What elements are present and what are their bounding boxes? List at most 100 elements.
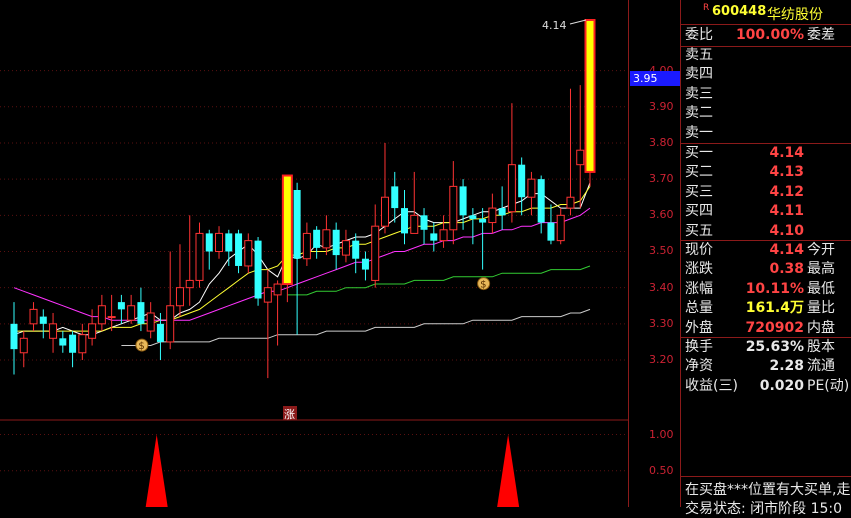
fundamental-2-value: 0.020 — [759, 377, 804, 394]
price-tick: 3.20 — [649, 353, 674, 366]
candle-body-up — [146, 312, 155, 332]
candle-body-up — [215, 232, 224, 252]
candle-body-up — [19, 337, 28, 354]
candle-body-up — [380, 196, 389, 227]
candle-body-up — [127, 305, 136, 321]
candle-body-down — [537, 179, 545, 223]
candle-body-up — [88, 323, 97, 339]
quote-1-label2: 最高 — [807, 261, 835, 278]
candle-body-down — [391, 186, 399, 209]
candle-body-down — [352, 240, 360, 259]
sell-level-2-label: 卖二 — [685, 105, 713, 122]
kline-chart-area[interactable]: 4.14 $ $ 涨 — [0, 0, 628, 507]
sell-level-5-label: 卖五 — [685, 47, 713, 63]
sell-level-5-row: 卖五 — [681, 46, 851, 65]
stock-header[interactable]: R 600448 华纺股份 — [681, 0, 851, 24]
sell-level-2-row: 卖二 — [681, 104, 851, 123]
sell-level-4-row: 卖四 — [681, 65, 851, 84]
fundamental-2-label: 收益(三) — [685, 377, 738, 394]
limit-up-candle — [584, 19, 596, 173]
candle-body-down — [156, 323, 164, 342]
quote-4-value: 720902 — [745, 319, 804, 336]
candle-body-down — [401, 208, 409, 234]
buy-level-3-label: 买三 — [685, 183, 713, 200]
buy-level-1-value: 4.14 — [769, 145, 804, 161]
candle-body-up — [107, 316, 116, 319]
buy-level-2-row: 买二 4.13 — [681, 163, 851, 182]
indicator-tick: 1.00 — [649, 427, 674, 441]
buy-level-3-value: 4.12 — [769, 183, 804, 200]
candle-body-down — [518, 164, 526, 198]
quote-4-label: 外盘 — [685, 319, 713, 336]
stock-name: 华纺股份 — [767, 7, 823, 23]
candle-body-down — [293, 190, 301, 259]
ticker-line-2: 交易状态: 闭市阶段 15:0 — [685, 501, 843, 517]
buy-level-4-row: 买四 4.11 — [681, 202, 851, 221]
candle-body-down — [430, 233, 438, 241]
candle-body-up — [576, 149, 585, 166]
candle-body-down — [205, 233, 213, 252]
quote-1-value: 0.38 — [769, 261, 804, 278]
sell-level-4-label: 卖四 — [685, 66, 713, 83]
quote-1-row: 涨跌 0.38 最高 — [681, 260, 851, 279]
candle-body-up — [527, 178, 536, 198]
price-tick: 3.40 — [649, 280, 674, 294]
candle-body-down — [498, 208, 506, 216]
candle-body-down — [332, 229, 340, 256]
candle-body-down — [420, 215, 428, 230]
divider — [681, 24, 851, 25]
limit-up-candle — [281, 174, 293, 286]
ticker-line-1: 在买盘***位置有大买单,走 — [685, 482, 851, 498]
candle-body-up — [78, 334, 87, 354]
high-pointer — [569, 19, 587, 25]
candle-body-up — [195, 232, 204, 281]
kline-chart[interactable]: 4.14 $ $ 涨 — [0, 0, 628, 507]
quote-panel: R 600448 华纺股份 委比 100.00% 委差 卖五 卖四 卖三 卖二 卖一 买… — [680, 0, 851, 517]
stock-flag: R — [703, 3, 710, 13]
candle-body-down — [39, 316, 47, 324]
limit-up-badge-text: 涨 — [284, 408, 295, 421]
divider — [681, 476, 851, 477]
price-tick: 3.30 — [649, 316, 674, 330]
quote-2-label2: 最低 — [807, 280, 835, 297]
buy-level-4-value: 4.11 — [769, 203, 804, 220]
stock-code: 600448 — [712, 4, 767, 19]
buy-level-2-value: 4.13 — [769, 164, 804, 181]
price-tick: 3.80 — [649, 135, 674, 149]
candle-body-down — [547, 222, 555, 241]
current-price-marker: 3.95 — [630, 71, 680, 86]
candle-body-up — [322, 229, 331, 249]
candle-body-up — [185, 279, 194, 289]
candle-body-up — [449, 185, 458, 231]
candle-body-down — [313, 229, 321, 248]
candle-body-up — [302, 232, 311, 260]
buy-level-2-label: 买二 — [685, 164, 713, 181]
fundamental-1-label: 净资 — [685, 358, 713, 375]
candle-body-up — [166, 305, 175, 343]
candle-body-down — [59, 338, 67, 346]
fundamental-0-label2: 股本 — [807, 339, 835, 355]
quote-2-value: 10.11% — [745, 280, 804, 297]
quote-0-label2: 今开 — [807, 242, 835, 258]
candle-body-up — [556, 214, 565, 242]
candle-body-up — [410, 214, 419, 234]
price-axis: 4.003.903.803.703.603.503.403.303.201.00… — [628, 0, 681, 507]
money-bag-icon-glyph: $ — [480, 280, 486, 291]
candle-body-up — [488, 207, 497, 224]
order-ratio-row: 委比 100.00% 委差 — [681, 26, 851, 45]
order-diff-label: 委差 — [807, 27, 835, 43]
buy-level-1-row: 买一 4.14 — [681, 144, 851, 163]
buy-level-4-label: 买四 — [685, 203, 713, 220]
candle-body-down — [10, 323, 18, 350]
candle-body-up — [97, 305, 106, 325]
fundamental-0-label: 换手 — [685, 339, 713, 355]
price-tick: 3.70 — [649, 172, 674, 186]
quote-0-label: 现价 — [685, 242, 713, 258]
quote-3-label: 总量 — [685, 300, 713, 317]
quote-3-row: 总量 161.4万 量比 — [681, 299, 851, 318]
fundamental-2-row: 收益(三) 0.020 PE(动) — [681, 377, 851, 396]
high-label: 4.14 — [542, 19, 567, 32]
candle-body-up — [566, 196, 575, 209]
fundamental-1-row: 净资 2.28 流通 — [681, 357, 851, 376]
price-tick: 3.50 — [649, 244, 674, 258]
